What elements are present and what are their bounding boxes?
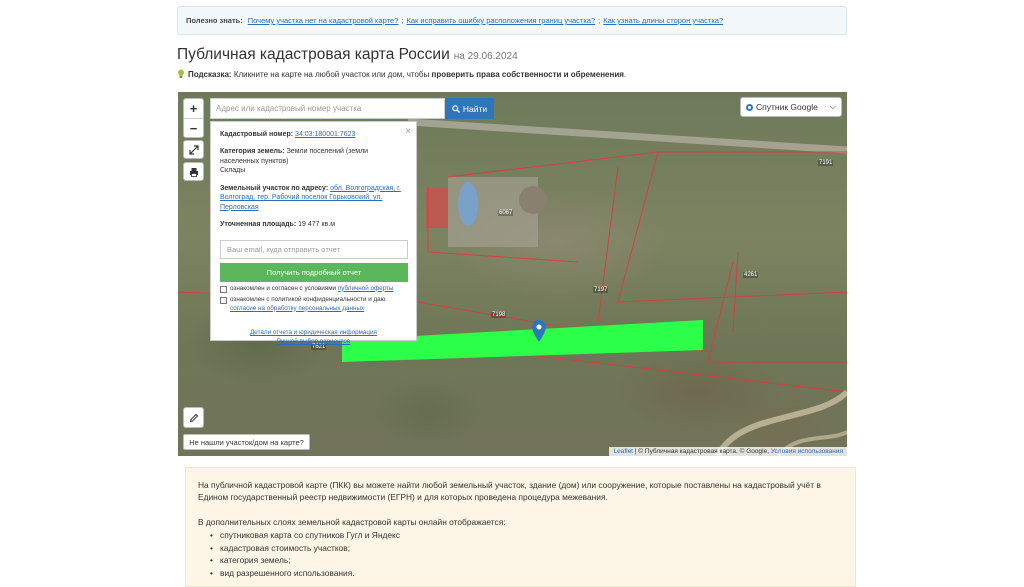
zoom-out-button[interactable]: − (184, 118, 203, 137)
lightbulb-icon (178, 69, 184, 78)
info-paragraph: В дополнительных слоях земельной кадастр… (198, 516, 506, 527)
link-why-no-parcel[interactable]: Почему участка нет на кадастровой карте? (248, 16, 399, 25)
parcel-label: 7197 (593, 287, 609, 293)
radio-icon (746, 103, 753, 111)
land-category-row: Категория земель: Земли поселений (земли… (220, 148, 369, 175)
printer-icon (189, 167, 198, 177)
offer-link[interactable]: публичной оферты (338, 285, 394, 292)
layer-select[interactable]: Спутник Google ⌵ (740, 97, 842, 117)
search-icon (452, 104, 460, 113)
offer-checkbox[interactable] (220, 285, 227, 293)
zoom-control: + − (183, 98, 204, 138)
info-list: спутниковая карта со спутников Гугл и Ян… (198, 529, 843, 579)
fullscreen-button[interactable] (183, 140, 204, 159)
page-date: на 29.06.2024 (453, 51, 518, 62)
find-button[interactable]: Найти (445, 98, 494, 119)
privacy-checkbox[interactable] (220, 297, 227, 304)
pencil-icon (189, 413, 198, 422)
hint: Подсказка: Кликните на карте на любой уч… (177, 69, 626, 79)
parcel-label: 7198 (491, 312, 507, 318)
info-bar-label: Полезно знать: (186, 16, 243, 25)
list-item: категория земель; (210, 554, 843, 567)
hint-bold: проверить права собственности и обремене… (431, 69, 624, 79)
offer-checkbox-row: ознакомлен и согласен с условиями публич… (220, 285, 407, 294)
popup-links: Детали отчета и юридическая информация Р… (220, 329, 407, 347)
list-item: спутниковая карта со спутников Гугл и Ян… (210, 529, 843, 542)
search-input[interactable] (210, 98, 445, 119)
parcel-label: 4261 (743, 272, 759, 278)
close-icon[interactable]: × (405, 125, 411, 139)
chevron-down-icon: ⌵ (829, 102, 836, 111)
info-bar: Полезно знать: Почему участка нет на кад… (177, 6, 847, 35)
report-details-link[interactable]: Детали отчета и юридическая информация (250, 329, 377, 336)
privacy-checkbox-row: ознакомлен с политикой конфиденциальност… (220, 296, 407, 313)
link-side-lengths[interactable]: Как узнать длины сторон участка? (603, 16, 723, 25)
leaflet-link[interactable]: Leaflet (613, 448, 633, 455)
zoom-in-button[interactable]: + (184, 99, 203, 118)
draw-button[interactable] (183, 407, 204, 428)
land-use: Склады (220, 167, 246, 175)
layer-select-label: Спутник Google (756, 102, 818, 112)
info-block: На публичной кадастровой карте (ПКК) вы … (185, 467, 856, 587)
list-item: вид разрешенного использования. (210, 567, 843, 580)
print-button[interactable] (183, 162, 204, 181)
get-report-button[interactable]: Получить подробный отчет (220, 262, 408, 282)
not-found-button[interactable]: Не нашли участок/дом на карте? (183, 434, 310, 450)
cadastral-number-row: Кадастровый номер: 34:03:180001:7623 (220, 131, 356, 138)
parcel-label: 6067 (498, 210, 514, 216)
link-fix-boundary-error[interactable]: Как исправить ошибку расположения границ… (406, 16, 595, 25)
cadastral-map[interactable]: 7191 6067 4261 7197 7198 7621 + − Найти … (178, 92, 847, 456)
parcel-popup: × Кадастровый номер: 34:03:180001:7623 К… (210, 121, 417, 345)
terms-link[interactable]: Условия использования (771, 448, 843, 455)
expand-icon (188, 144, 199, 155)
cadastral-number-link[interactable]: 34:03:180001:7623 (295, 131, 355, 138)
map-attribution: Leaflet | © Публичная кадастровая карта,… (609, 447, 847, 456)
info-paragraph: На публичной кадастровой карте (ПКК) вы … (198, 480, 821, 503)
map-pin-icon[interactable] (532, 320, 546, 342)
area-row: Уточненная площадь: 19 477 кв.м (220, 221, 336, 229)
email-field[interactable] (220, 239, 408, 259)
manual-selection-link[interactable]: Ручной выбор вариантов (277, 338, 351, 345)
page-title: Публичная кадастровая карта России на 29.… (177, 46, 518, 63)
list-item: кадастровая стоимость участков; (210, 542, 843, 555)
address-row: Земельный участок по адресу: обл. Волгог… (220, 184, 401, 211)
privacy-link[interactable]: согласие на обработку персональных данны… (230, 305, 364, 312)
hint-label: Подсказка: (188, 69, 232, 79)
parcel-label: 7191 (818, 160, 834, 166)
